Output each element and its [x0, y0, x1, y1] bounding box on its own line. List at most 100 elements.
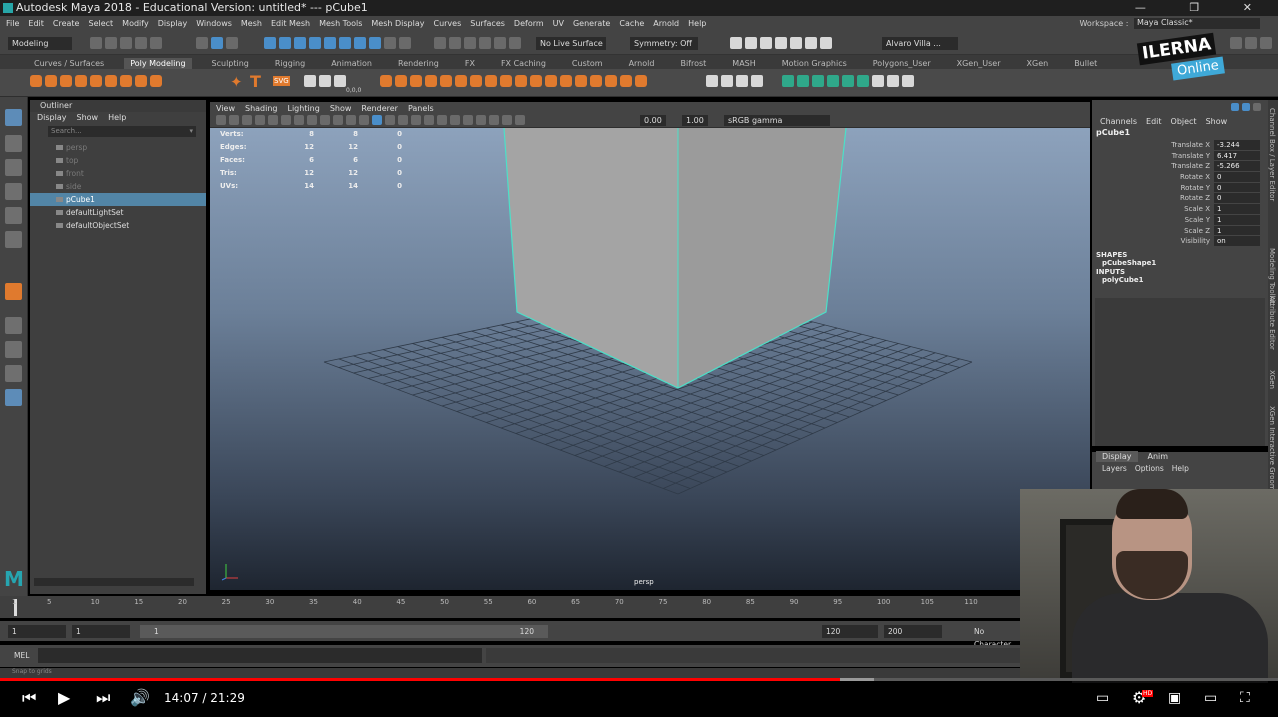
panel-tools[interactable]	[216, 115, 528, 125]
previous-icon[interactable]: ⏮	[22, 689, 36, 707]
image-plane-icon[interactable]	[255, 115, 265, 125]
move-tool-icon[interactable]	[5, 183, 22, 200]
checker-icon[interactable]	[872, 75, 884, 87]
mirror-icon[interactable]	[440, 75, 452, 87]
spherical-map-icon[interactable]	[812, 75, 824, 87]
arnold-render-icon[interactable]	[805, 37, 817, 49]
poly-sphere-icon[interactable]	[30, 75, 42, 87]
platonic-solid-icon[interactable]	[135, 75, 147, 87]
menu-display[interactable]: Display	[158, 19, 188, 28]
boolean-icon[interactable]	[425, 75, 437, 87]
smooth-icon[interactable]	[410, 75, 422, 87]
multi-cut-icon[interactable]	[706, 75, 718, 87]
theater-mode-icon[interactable]: ▭	[1204, 689, 1217, 707]
close-button[interactable]: ✕	[1243, 1, 1272, 14]
shelf-tab-polygons-user[interactable]: Polygons_User	[867, 58, 937, 69]
menu-arnold[interactable]: Arnold	[653, 19, 679, 28]
end-time-field[interactable]: 200	[884, 625, 942, 638]
viewport-menu-panels[interactable]: Panels	[408, 104, 434, 113]
collapse-icon[interactable]	[620, 75, 632, 87]
menu-deform[interactable]: Deform	[514, 19, 544, 28]
channelbox-menu-object[interactable]: Object	[1171, 117, 1197, 126]
wireframe-icon[interactable]	[359, 115, 369, 125]
minimize-button[interactable]: —	[1135, 1, 1166, 14]
outliner-menu-help[interactable]: Help	[108, 113, 126, 122]
lasso-tool-icon[interactable]	[5, 135, 22, 152]
shelf-tab-bullet[interactable]: Bullet	[1068, 58, 1103, 69]
single-perspective-icon[interactable]	[5, 317, 22, 334]
bridge-icon[interactable]	[485, 75, 497, 87]
layer-menu-options[interactable]: Options	[1135, 464, 1164, 473]
menu-uv[interactable]: UV	[553, 19, 564, 28]
channel-value[interactable]: -5.266	[1214, 161, 1260, 173]
snap-vertex-icon[interactable]	[509, 37, 521, 49]
shelf-cut-tools[interactable]	[706, 75, 766, 87]
mask-joints-icon[interactable]	[279, 37, 291, 49]
particle-icon[interactable]	[334, 75, 346, 87]
new-scene-icon[interactable]	[90, 37, 102, 49]
combine-icon[interactable]	[380, 75, 392, 87]
extrude-icon[interactable]	[500, 75, 512, 87]
scale-tool-icon[interactable]	[5, 231, 22, 248]
channel-value[interactable]: 0	[1214, 172, 1260, 183]
bevel-tool-icon[interactable]	[319, 75, 331, 87]
camera-map-icon[interactable]	[842, 75, 854, 87]
snap-grid-icon[interactable]	[434, 37, 446, 49]
symmetry-dropdown[interactable]: Symmetry: Off	[630, 37, 698, 50]
next-icon[interactable]: ⏭	[96, 689, 110, 707]
shelf-tab-curves-surfaces[interactable]: Curves / Surfaces	[28, 58, 110, 69]
mask-rendering-icon[interactable]	[354, 37, 366, 49]
channel-scale-x[interactable]: Scale X 1	[1092, 204, 1268, 215]
separate-icon[interactable]	[395, 75, 407, 87]
gate-mask-icon[interactable]	[307, 115, 317, 125]
four-view-icon[interactable]	[5, 341, 22, 358]
persp-outliner-icon[interactable]	[5, 365, 22, 382]
safe-action-icon[interactable]	[333, 115, 343, 125]
channel-translate-z[interactable]: Translate Z -5.266	[1092, 161, 1268, 173]
shelf-edit-tools[interactable]	[380, 75, 650, 87]
poke-icon[interactable]	[560, 75, 572, 87]
shelf-uv-tools[interactable]	[782, 75, 917, 87]
miniplayer-icon[interactable]: ▣	[1168, 689, 1181, 707]
render-view-icon[interactable]	[790, 37, 802, 49]
live-surface-dropdown[interactable]: No Live Surface	[536, 37, 606, 50]
selection-mask-tools[interactable]	[264, 37, 414, 49]
channelbox-layout-icon[interactable]	[1231, 102, 1239, 111]
poly-cube-icon[interactable]	[45, 75, 57, 87]
menu-select[interactable]: Select	[88, 19, 113, 28]
snap-surface-icon[interactable]	[494, 37, 506, 49]
color-space-dropdown[interactable]: sRGB gamma	[724, 115, 830, 126]
poly-plane-icon[interactable]	[105, 75, 117, 87]
chevron-down-icon[interactable]: ▾	[189, 126, 193, 137]
mel-label[interactable]: MEL	[14, 651, 29, 660]
shadows-icon[interactable]	[424, 115, 434, 125]
snap-curve-icon[interactable]	[449, 37, 461, 49]
uv-editor-icon[interactable]	[857, 75, 869, 87]
xray-icon[interactable]	[489, 115, 499, 125]
fullscreen-icon[interactable]: ⛶	[1240, 689, 1250, 707]
shelf-tab-motion-graphics[interactable]: Motion Graphics	[776, 58, 853, 69]
component-mode-icon[interactable]	[226, 37, 238, 49]
object-mode-icon[interactable]	[211, 37, 223, 49]
motion-blur-icon[interactable]	[450, 115, 460, 125]
viewport-menu-shading[interactable]: Shading	[245, 104, 278, 113]
shelf-tab-fx-caching[interactable]: FX Caching	[495, 58, 552, 69]
isolate-select-icon[interactable]	[476, 115, 486, 125]
user-account[interactable]: Alvaro Villa ...	[882, 37, 958, 50]
rotate-tool-icon[interactable]	[5, 207, 22, 224]
shelf-tab-sculpting[interactable]: Sculpting	[206, 58, 255, 69]
channel-rotate-z[interactable]: Rotate Z 0	[1092, 193, 1268, 205]
poly-torus-icon[interactable]	[90, 75, 102, 87]
offset-loop-icon[interactable]	[751, 75, 763, 87]
field-chart-icon[interactable]	[320, 115, 330, 125]
paint-select-icon[interactable]	[5, 159, 22, 176]
channelbox-toolbar-icons[interactable]	[1231, 102, 1264, 111]
start-time-field[interactable]: 1	[8, 625, 66, 638]
bookmarks-icon[interactable]	[242, 115, 252, 125]
shelf-primitives[interactable]	[30, 75, 165, 87]
film-gate-icon[interactable]	[281, 115, 291, 125]
fill-hole-icon[interactable]	[455, 75, 467, 87]
shelf-tab-fx[interactable]: FX	[459, 58, 481, 69]
playback-end-field[interactable]: 120	[822, 625, 878, 638]
lights-icon[interactable]	[411, 115, 421, 125]
